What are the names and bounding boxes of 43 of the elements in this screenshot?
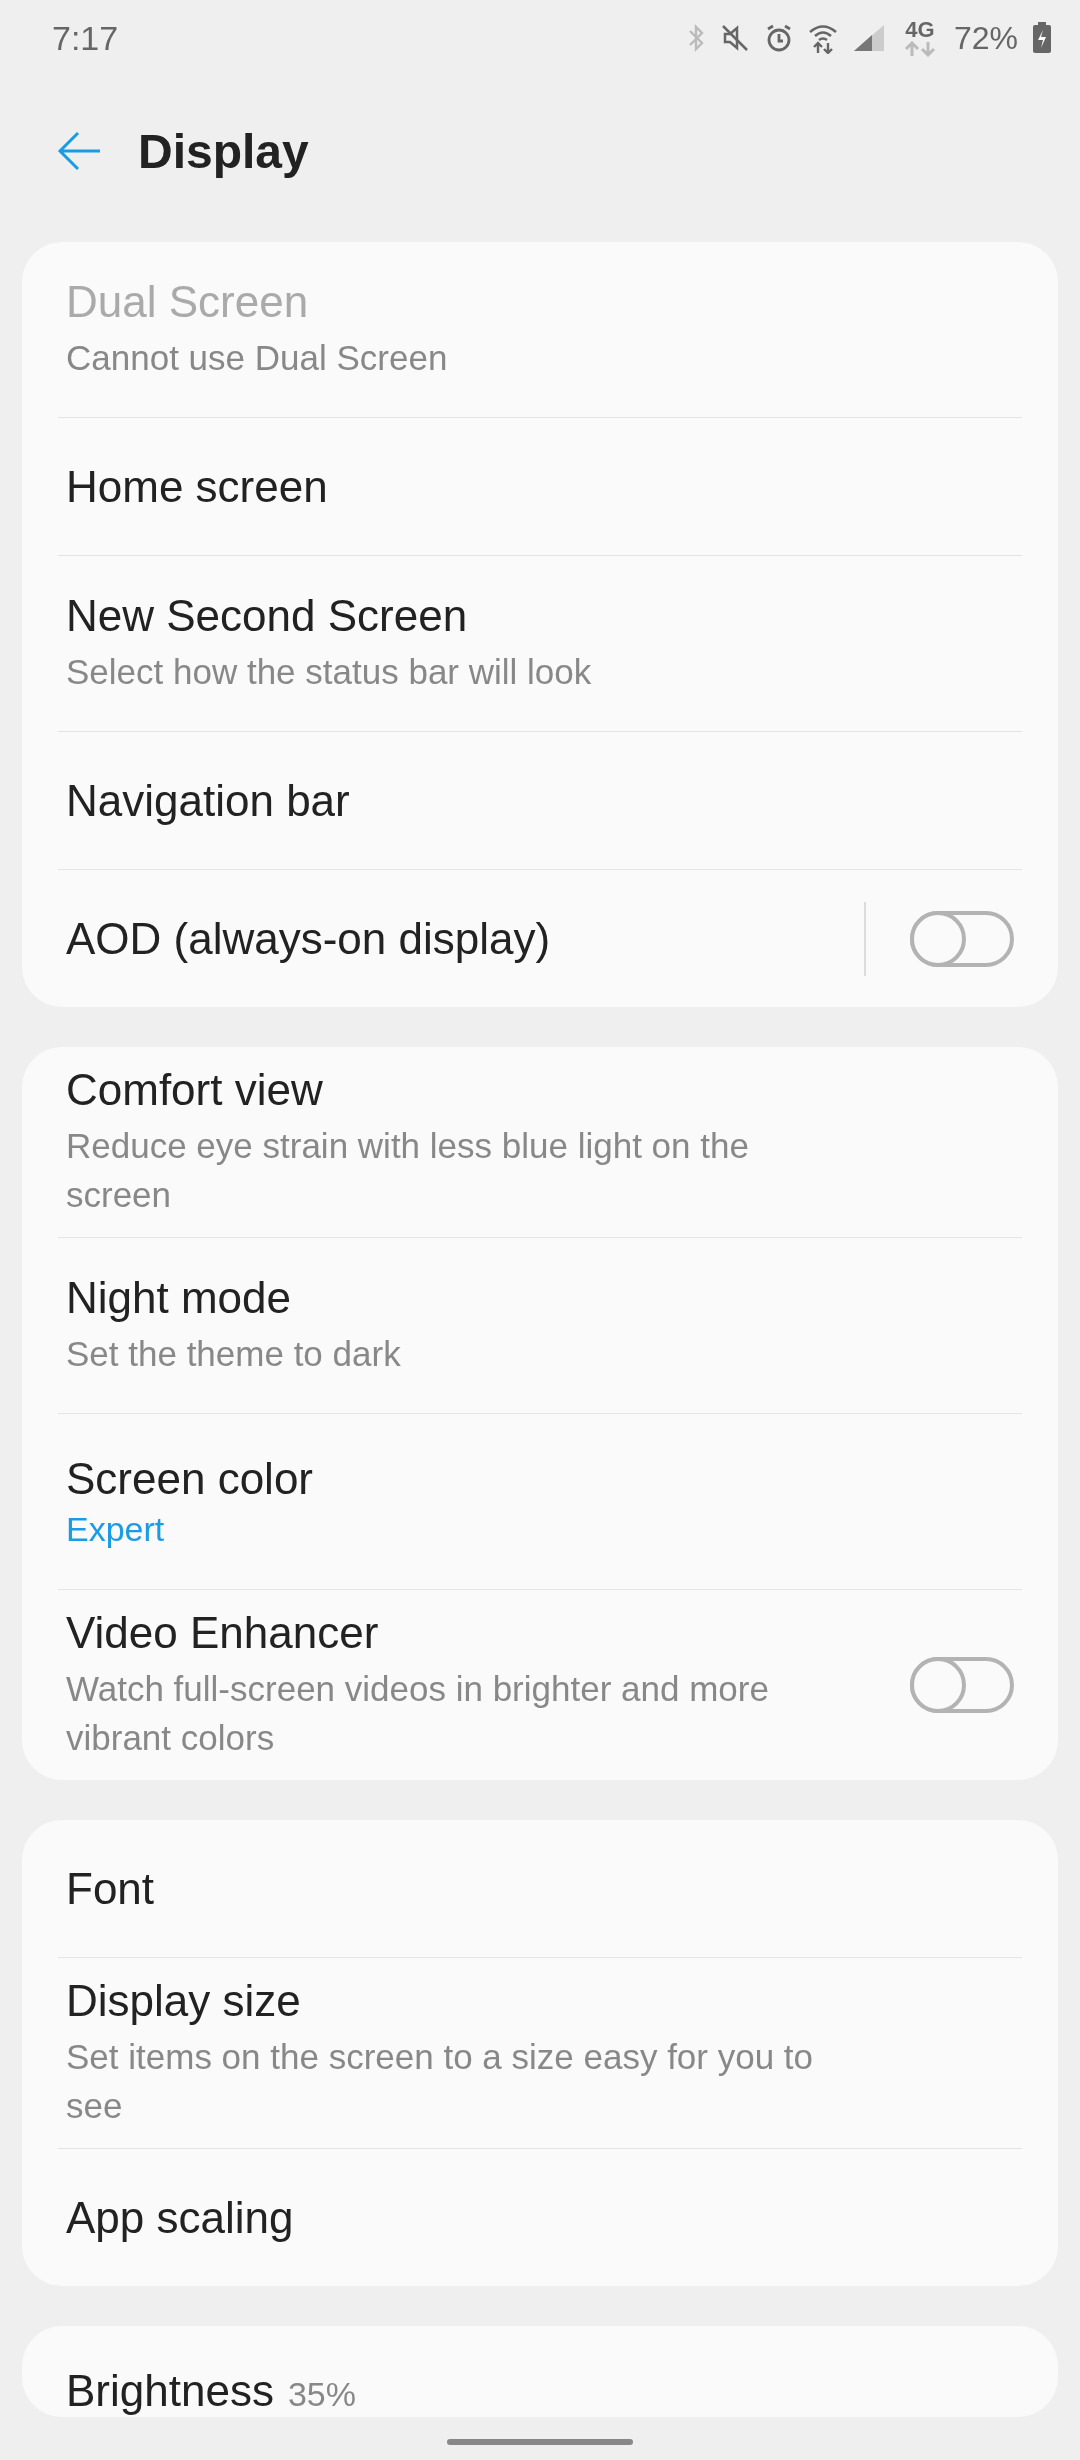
item-title: Home screen — [66, 461, 329, 512]
settings-item[interactable]: New Second Screen Select how the status bar will look — [58, 556, 1022, 731]
item-title: Display size — [66, 1976, 302, 2026]
item-title: New Second Screen — [66, 591, 469, 641]
item-title: Navigation bar — [66, 775, 351, 826]
mute-icon — [719, 23, 750, 53]
settings-item[interactable]: Screen color Expert — [58, 1414, 1022, 1589]
item-value: Expert — [66, 1510, 166, 1549]
item-summary: Watch full-screen videos in brighter and more vibrant colors — [66, 1668, 770, 1759]
settings-item[interactable]: Home screen — [58, 418, 1022, 555]
item-title: Brightness — [66, 2366, 274, 2416]
item-title: Night mode — [66, 1273, 292, 1323]
item-summary: Reduce eye strain with less blue light on the screen — [66, 1125, 750, 1216]
item-title: Font — [66, 1863, 156, 1914]
network-type: 4G — [905, 19, 935, 41]
item-summary: Set items on the screen to a size easy for you to see — [66, 2036, 815, 2127]
status-time: 7:17 — [52, 18, 119, 58]
settings-item[interactable]: Navigation bar — [58, 732, 1022, 869]
toggle-switch[interactable] — [910, 1657, 1014, 1713]
settings-item[interactable]: Font — [58, 1820, 1022, 1957]
item-summary: Cannot use Dual Screen — [66, 337, 449, 379]
battery-percent: 72% — [953, 19, 1018, 57]
item-title: Comfort view — [66, 1065, 324, 1115]
item-title: App scaling — [66, 2192, 295, 2243]
page-title: Display — [138, 123, 309, 179]
item-title: Dual Screen — [66, 277, 310, 327]
settings-item[interactable]: AOD (always-on display) — [58, 870, 1022, 1007]
toggle-switch[interactable] — [910, 910, 1014, 967]
brightness-reading: 35% — [287, 2375, 356, 2414]
item-title: Screen color — [66, 1454, 314, 1504]
item-title: AOD (always-on display) — [66, 913, 552, 964]
settings-item[interactable]: Video Enhancer Watch full-screen videos in brighter and more vibrant colors — [58, 1590, 1022, 1780]
settings-item[interactable]: Display size Set items on the screen to a size easy for you to see — [58, 1958, 1022, 2148]
home-indicator[interactable] — [447, 2439, 633, 2445]
item-summary: Select how the status bar will look — [66, 651, 593, 693]
settings-item[interactable]: Night mode Set the theme to dark — [58, 1238, 1022, 1413]
item-title: Video Enhancer — [66, 1608, 380, 1658]
back-arrow-icon[interactable] — [56, 130, 102, 172]
battery-charging-icon — [1032, 22, 1052, 54]
item-summary: Set the theme to dark — [66, 1333, 402, 1375]
wifi-icon — [807, 22, 838, 54]
settings-item[interactable]: Comfort view Reduce eye strain with less blue light on the screen — [58, 1047, 1022, 1237]
settings-item[interactable]: App scaling — [58, 2149, 1022, 2286]
